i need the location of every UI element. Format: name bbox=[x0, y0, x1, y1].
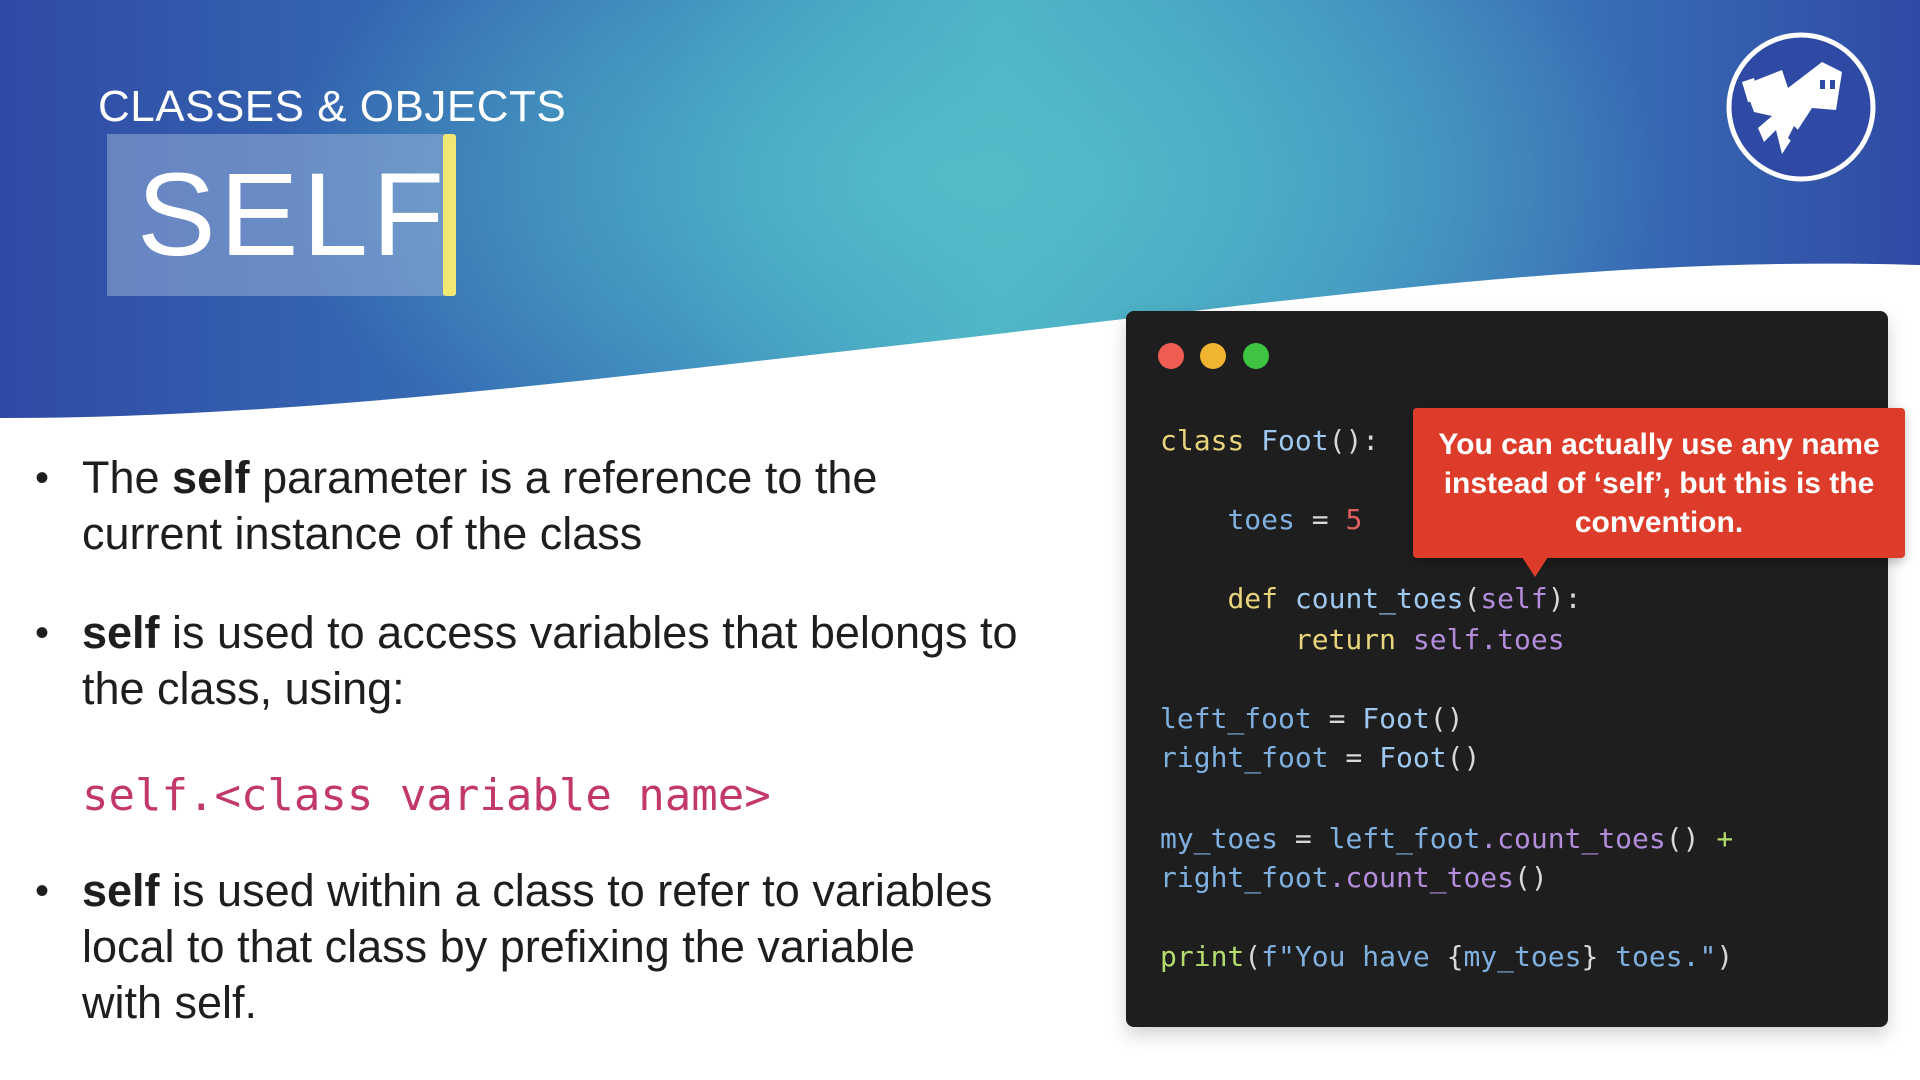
code-line: toes = 5 bbox=[1227, 503, 1363, 536]
code-line: my_toes = left_foot.count_toes() + bbox=[1160, 822, 1734, 855]
code-line: print(f"You have {my_toes} toes.") bbox=[1160, 940, 1734, 973]
code-line: left_foot = Foot() bbox=[1160, 702, 1464, 735]
callout-pointer bbox=[1522, 557, 1548, 577]
code-line: def count_toes(self): bbox=[1227, 582, 1582, 615]
knight-logo-icon bbox=[1726, 32, 1876, 182]
bullet-dot: • bbox=[35, 456, 50, 500]
minimize-dot-icon bbox=[1200, 343, 1226, 369]
maximize-dot-icon bbox=[1243, 343, 1269, 369]
code-line: right_foot = Foot() bbox=[1160, 741, 1481, 774]
code-line: class Foot(): bbox=[1160, 424, 1380, 457]
code-sample: self.<class variable name> bbox=[82, 770, 771, 821]
code-line: return self.toes bbox=[1294, 623, 1565, 656]
callout-text: You can actually use any name instead of… bbox=[1438, 428, 1880, 539]
close-dot-icon bbox=[1158, 343, 1184, 369]
slide-subtitle: CLASSES & OBJECTS bbox=[98, 82, 567, 131]
title-cursor bbox=[443, 134, 456, 296]
slide-title: SELF bbox=[137, 149, 449, 281]
bullet-dot: • bbox=[35, 869, 50, 913]
code-line: right_foot.count_toes() bbox=[1160, 861, 1548, 894]
bullet-dot: • bbox=[35, 611, 50, 655]
